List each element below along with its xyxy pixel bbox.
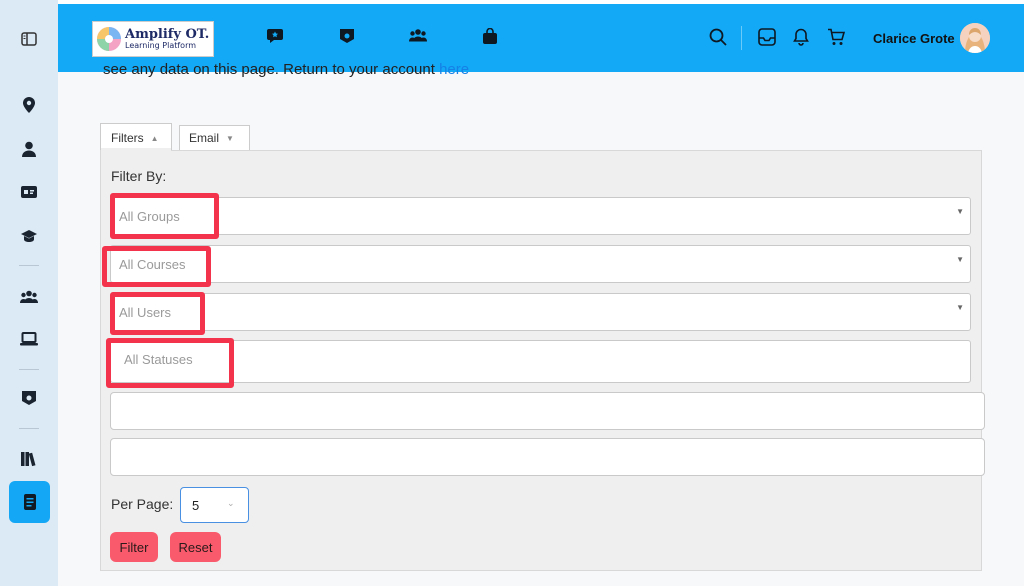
user-name[interactable]: Clarice Grote xyxy=(873,31,955,46)
return-account-link[interactable]: here xyxy=(439,61,469,78)
brand-title: Amplify OT. xyxy=(125,27,210,42)
notice-text: see any data on this page. Return to you… xyxy=(103,60,469,80)
chevron-down-icon: ⌄ xyxy=(227,498,235,508)
bell-icon[interactable] xyxy=(793,28,809,51)
books-icon[interactable] xyxy=(0,450,58,468)
tab-filters-label: Filters xyxy=(111,131,144,145)
top-strip xyxy=(58,0,1024,4)
report-icon[interactable] xyxy=(9,481,50,523)
message-icon[interactable] xyxy=(267,28,283,49)
tab-connector xyxy=(101,148,171,152)
caret-down-icon: ▼ xyxy=(226,133,234,143)
highlight-courses xyxy=(102,246,211,287)
user-icon[interactable] xyxy=(0,140,58,158)
highlight-groups xyxy=(110,193,219,239)
badge-icon[interactable] xyxy=(0,389,58,407)
statuses-select[interactable]: All Statuses xyxy=(110,340,971,383)
users-icon[interactable] xyxy=(409,28,427,47)
tab-email-label: Email xyxy=(189,131,220,145)
sidebar-divider xyxy=(19,369,39,370)
reset-button[interactable]: Reset xyxy=(170,532,221,562)
notice-message: see any data on this page. Return to you… xyxy=(103,61,440,78)
per-page-value: 5 xyxy=(192,498,200,513)
highlight-statuses xyxy=(106,338,234,388)
date-from-input[interactable] xyxy=(110,392,985,430)
brand-logo[interactable]: Amplify OT. Learning Platform xyxy=(92,21,214,57)
bag-icon[interactable] xyxy=(483,27,497,49)
sidebar-divider xyxy=(19,428,39,429)
filter-button[interactable]: Filter xyxy=(110,532,158,562)
caret-up-icon: ▲ xyxy=(150,133,159,143)
id-card-icon[interactable] xyxy=(0,184,58,200)
sidebar-divider xyxy=(19,265,39,266)
avatar[interactable] xyxy=(960,23,990,53)
highlight-users xyxy=(110,292,205,335)
users-select[interactable]: All Users ▼ xyxy=(110,293,971,331)
per-page-label: Per Page: xyxy=(111,496,174,512)
graduation-icon[interactable] xyxy=(0,227,58,245)
navbar-divider xyxy=(741,26,742,50)
dropdown-arrow-icon: ▼ xyxy=(956,255,964,264)
badge-icon[interactable] xyxy=(339,28,355,49)
date-to-input[interactable] xyxy=(110,438,985,476)
per-page-select[interactable]: 5 ⌄ xyxy=(180,487,249,523)
courses-select[interactable]: All Courses ▼ xyxy=(110,245,971,283)
location-icon[interactable] xyxy=(0,96,58,114)
brand-subtitle: Learning Platform xyxy=(125,41,197,50)
filter-by-heading: Filter By: xyxy=(111,168,167,184)
brand-logo-mark-icon xyxy=(97,27,121,51)
group-icon[interactable] xyxy=(0,287,58,305)
left-sidebar xyxy=(0,0,58,586)
dropdown-arrow-icon: ▼ xyxy=(956,303,964,312)
laptop-icon[interactable] xyxy=(0,330,58,348)
panel-toggle-icon[interactable] xyxy=(0,30,58,48)
dropdown-arrow-icon: ▼ xyxy=(956,207,964,216)
cart-icon[interactable] xyxy=(827,28,846,51)
search-icon[interactable] xyxy=(709,28,727,51)
inbox-icon[interactable] xyxy=(758,28,776,51)
groups-select[interactable]: All Groups ▼ xyxy=(110,197,971,235)
tab-email[interactable]: Email ▼ xyxy=(179,125,250,151)
